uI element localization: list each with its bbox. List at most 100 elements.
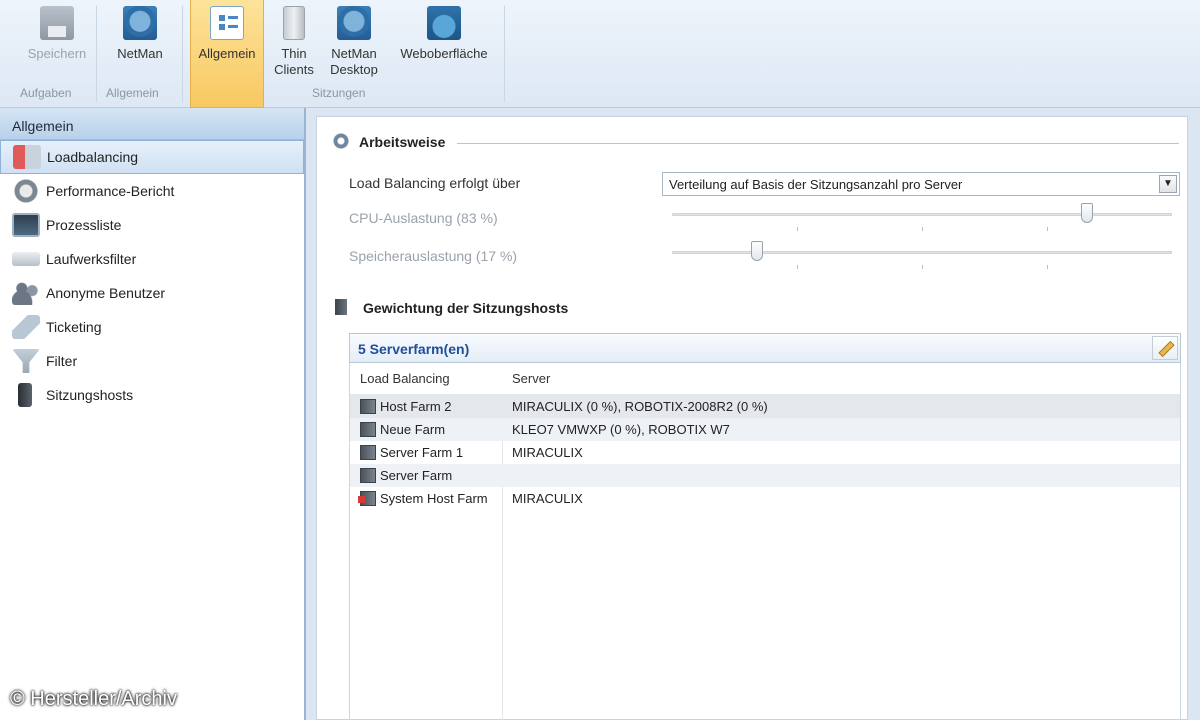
drive-filter-icon <box>12 252 40 266</box>
thin-client-icon <box>283 6 305 40</box>
system-farm-icon <box>358 491 376 506</box>
process-list-icon <box>12 213 40 237</box>
group-separator <box>504 6 505 102</box>
group-label-allgemein: Allgemein <box>106 86 159 100</box>
save-button[interactable]: Speichern <box>20 0 94 62</box>
group-label-aufgaben: Aufgaben <box>20 86 72 100</box>
farm-servers: MIRACULIX (0 %), ROBOTIX-2008R2 (0 %) <box>512 399 768 414</box>
netman-desktop-button-label: NetMan Desktop <box>330 46 378 77</box>
web-interface-icon <box>427 6 461 40</box>
sidebar-item-filter[interactable]: Filter <box>0 344 304 378</box>
table-row[interactable]: Host Farm 2 MIRACULIX (0 %), ROBOTIX-200… <box>350 395 1180 418</box>
sidebar-item-anonyme-benutzer[interactable]: Anonyme Benutzer <box>0 276 304 310</box>
weboberflaeche-button-label: Weboberfläche <box>400 46 488 61</box>
weboberflaeche-button[interactable]: Weboberfläche <box>388 0 500 62</box>
ribbon: Speichern NetMan Allgemein Thin Clients … <box>0 0 1200 108</box>
group-separator <box>182 6 183 102</box>
copyright-watermark: © Hersteller/Archiv <box>10 688 177 710</box>
server-farm-table: Load Balancing Server Host Farm 2 MIRACU… <box>349 363 1181 720</box>
server-farm-header: 5 Serverfarm(en) <box>349 333 1181 363</box>
slider-tick <box>797 265 798 269</box>
column-header-server[interactable]: Server <box>512 371 550 386</box>
slider-tick <box>797 227 798 231</box>
sidebar-item-performance-bericht[interactable]: Performance-Bericht <box>0 174 304 208</box>
sidebar-item-sitzungshosts[interactable]: Sitzungshosts <box>0 378 304 412</box>
slider-tick <box>922 265 923 269</box>
farm-name: Server Farm <box>380 468 453 483</box>
memory-usage-slider-thumb[interactable] <box>751 241 763 261</box>
table-row[interactable]: System Host Farm MIRACULIX <box>350 487 1180 510</box>
allgemein-button-label: Allgemein <box>198 46 256 61</box>
load-balancing-mode-label: Load Balancing erfolgt über <box>349 175 521 191</box>
allgemein-button[interactable]: Allgemein <box>190 0 264 108</box>
netman-button-label: NetMan <box>117 46 163 61</box>
gear-icon <box>333 133 349 149</box>
netman-button[interactable]: NetMan <box>104 0 176 62</box>
memory-usage-slider[interactable] <box>672 239 1172 269</box>
farm-name: System Host Farm <box>380 491 488 506</box>
loadbalancing-icon <box>13 145 41 169</box>
group-separator <box>96 6 97 102</box>
farm-icon <box>360 422 376 437</box>
sidebar-item-label: Sitzungshosts <box>46 387 134 403</box>
save-button-label: Speichern <box>27 46 87 61</box>
save-icon <box>40 6 74 40</box>
sidebar-item-ticketing[interactable]: Ticketing <box>0 310 304 344</box>
memory-usage-label: Speicherauslastung (17 %) <box>349 248 518 264</box>
load-balancing-mode-select[interactable]: Verteilung auf Basis der Sitzungsanzahl … <box>662 172 1180 196</box>
farm-name: Neue Farm <box>380 422 446 437</box>
sidebar: Allgemein Loadbalancing Performance-Beri… <box>0 108 306 720</box>
netman-icon <box>123 6 157 40</box>
chevron-down-icon[interactable]: ▼ <box>1159 175 1177 193</box>
thin-clients-button[interactable]: Thin Clients <box>268 0 320 78</box>
anonymous-users-icon <box>12 281 40 305</box>
sidebar-item-label: Filter <box>46 353 78 369</box>
general-settings-icon <box>210 6 244 40</box>
sidebar-item-label: Ticketing <box>46 319 102 335</box>
group-label-sitzungen: Sitzungen <box>312 86 366 100</box>
edit-pencil-icon[interactable] <box>1152 336 1178 360</box>
farm-icon <box>360 399 376 414</box>
settings-panel: Arbeitsweise Load Balancing erfolgt über… <box>316 116 1188 720</box>
table-row[interactable]: Server Farm 1 MIRACULIX <box>350 441 1180 464</box>
farm-name: Host Farm 2 <box>380 399 452 414</box>
cpu-usage-label: CPU-Auslastung (83 %) <box>349 210 498 226</box>
sidebar-item-label: Loadbalancing <box>47 149 139 165</box>
slider-tick <box>922 227 923 231</box>
slider-tick <box>1047 227 1048 231</box>
farm-name: Server Farm 1 <box>380 445 464 460</box>
sidebar-header: Allgemein <box>0 108 304 140</box>
main-content: Arbeitsweise Load Balancing erfolgt über… <box>306 108 1200 720</box>
thin-clients-button-label: Thin Clients <box>274 46 314 77</box>
performance-report-icon <box>12 179 40 203</box>
cpu-usage-slider-track <box>672 213 1172 216</box>
document-icon <box>335 299 347 315</box>
table-row[interactable]: Server Farm <box>350 464 1180 487</box>
sidebar-item-label: Laufwerksfilter <box>46 251 137 267</box>
column-header-load-balancing[interactable]: Load Balancing <box>360 371 450 386</box>
session-hosts-icon <box>18 383 32 407</box>
netman-desktop-icon <box>337 6 371 40</box>
sidebar-item-label: Prozessliste <box>46 217 122 233</box>
section-title-arbeitsweise: Arbeitsweise <box>359 134 446 150</box>
cpu-usage-slider-thumb[interactable] <box>1081 203 1093 223</box>
cpu-usage-slider[interactable] <box>672 201 1172 231</box>
section-title-gewichtung: Gewichtung der Sitzungshosts <box>363 300 569 316</box>
server-farm-count: 5 Serverfarm(en) <box>358 341 470 357</box>
farm-icon <box>360 468 376 483</box>
farm-icon <box>360 445 376 460</box>
load-balancing-mode-value: Verteilung auf Basis der Sitzungsanzahl … <box>669 177 963 192</box>
netman-desktop-button[interactable]: NetMan Desktop <box>322 0 386 78</box>
memory-usage-slider-track <box>672 251 1172 254</box>
table-header: Load Balancing Server <box>350 363 1180 395</box>
sidebar-item-loadbalancing[interactable]: Loadbalancing <box>0 140 304 174</box>
farm-servers: MIRACULIX <box>512 491 583 506</box>
ticketing-icon <box>12 315 40 339</box>
sidebar-item-laufwerksfilter[interactable]: Laufwerksfilter <box>0 242 304 276</box>
sidebar-item-prozessliste[interactable]: Prozessliste <box>0 208 304 242</box>
slider-tick <box>1047 265 1048 269</box>
sidebar-item-label: Anonyme Benutzer <box>46 285 166 301</box>
section-divider <box>457 143 1179 144</box>
table-row[interactable]: Neue Farm KLEO7 VMWXP (0 %), ROBOTIX W7 <box>350 418 1180 441</box>
farm-servers: KLEO7 VMWXP (0 %), ROBOTIX W7 <box>512 422 730 437</box>
